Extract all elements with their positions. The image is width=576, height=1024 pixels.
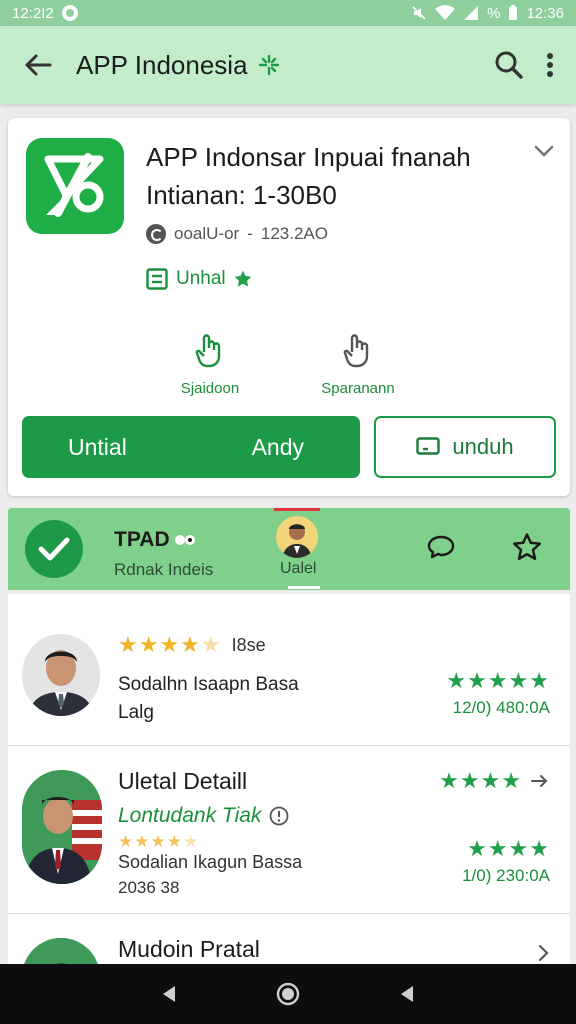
review-rating-text: I8se bbox=[231, 634, 266, 655]
tab-avatar[interactable] bbox=[276, 516, 318, 558]
app-title-line1: APP Indonsar Inpuai fnanah bbox=[146, 142, 471, 172]
hand-point-icon bbox=[195, 334, 221, 368]
search-icon[interactable] bbox=[494, 50, 524, 80]
favorite-button[interactable] bbox=[512, 532, 542, 567]
review-text-line2: Lalg bbox=[118, 702, 154, 723]
hand-touch-icon bbox=[343, 334, 369, 368]
nav-home-icon[interactable] bbox=[276, 982, 300, 1006]
info-icon[interactable] bbox=[269, 806, 289, 826]
battery-label: % bbox=[487, 4, 501, 22]
app-size: 123.2AO bbox=[260, 224, 328, 243]
battery-icon bbox=[509, 5, 518, 20]
tab-indicator-top bbox=[274, 508, 320, 511]
reviewer-avatar bbox=[22, 938, 100, 966]
app-title-line2: Intianan: 1-30B0 bbox=[146, 180, 337, 210]
feature-label-2: Sparanann bbox=[321, 380, 395, 397]
star-icon bbox=[234, 270, 251, 287]
review-top-stars: ★★★★ bbox=[439, 768, 522, 793]
download-button-label: unduh bbox=[452, 434, 514, 459]
reviews-list: ★★★★★ I8se Sodalhn Isaapn Basa Lalg ★★★★… bbox=[8, 594, 570, 966]
feature-item-1[interactable]: Sjaidoon bbox=[150, 328, 270, 397]
badge-label: Unhal bbox=[176, 268, 226, 289]
arrow-back-icon bbox=[25, 54, 52, 76]
app-title: APP Indonsar Inpuai fnanah Intianan: 1-3… bbox=[146, 138, 516, 214]
check-icon bbox=[38, 537, 70, 561]
install-button[interactable]: Untial Andy bbox=[22, 416, 360, 478]
notification-icon bbox=[61, 5, 78, 21]
review-date: 12/0) 480:0A bbox=[452, 698, 550, 717]
app-detail-card: APP Indonsar Inpuai fnanah Intianan: 1-3… bbox=[8, 118, 570, 496]
tab-label: Ualel bbox=[280, 560, 317, 577]
review-rating-stars: ★★★★★ bbox=[118, 832, 200, 851]
copyright-icon bbox=[146, 224, 166, 244]
reviewer-avatar bbox=[22, 634, 100, 716]
reviews-header: TPAD Rdnak Indeis Ualel bbox=[8, 508, 570, 590]
screen-icon bbox=[416, 437, 441, 455]
review-author: Mudoin Pratal bbox=[118, 936, 260, 962]
app-logo-icon bbox=[26, 138, 124, 234]
review-text: Sodalhn Isaapn Basa bbox=[118, 674, 299, 695]
comment-button[interactable] bbox=[426, 534, 456, 565]
download-button[interactable]: unduh bbox=[374, 416, 556, 478]
install-button-label: Untial bbox=[68, 433, 127, 460]
wifi-icon bbox=[435, 5, 456, 20]
chevron-down-icon bbox=[534, 145, 554, 157]
status-bar: 12:2I2 % 12:36 bbox=[0, 0, 576, 26]
status-time: 12:2I2 bbox=[12, 4, 54, 22]
review-rating-stars: ★★★★★ bbox=[118, 632, 222, 657]
system-nav-bar bbox=[0, 964, 576, 1024]
developer-name: ooalU-or bbox=[174, 224, 240, 243]
status-time-right: 12:36 bbox=[526, 4, 564, 22]
review-item[interactable]: ★★★★★ I8se Sodalhn Isaapn Basa Lalg ★★★★… bbox=[8, 594, 570, 746]
app-badge: Unhal bbox=[146, 268, 252, 290]
arrow-right-icon[interactable] bbox=[530, 773, 550, 789]
star-outline-icon bbox=[513, 533, 541, 560]
speech-bubble-icon bbox=[427, 535, 455, 559]
review-score-stars: ★★★★ bbox=[467, 836, 550, 861]
expand-button[interactable] bbox=[534, 144, 554, 163]
sparkle-icon bbox=[258, 54, 279, 76]
signal-icon bbox=[464, 6, 479, 20]
tab-indicator bbox=[288, 586, 320, 589]
app-meta: ooalU-or - 123.2AO bbox=[146, 224, 328, 244]
review-item[interactable]: Uletal Detaill Lontudank Tiak ★★★★★ Soda… bbox=[8, 746, 570, 914]
reviews-title: TPAD bbox=[114, 528, 170, 551]
app-bar: APP Indonesia bbox=[0, 26, 576, 104]
review-score-stars: ★★★★★ bbox=[446, 668, 550, 693]
review-item[interactable]: Mudoin Pratal bbox=[8, 914, 570, 966]
review-text-line2: 2036 38 bbox=[118, 878, 180, 897]
review-subtitle: Lontudank Tiak bbox=[118, 804, 262, 827]
page-title: APP Indonesia bbox=[76, 49, 248, 80]
verified-badge bbox=[25, 520, 83, 578]
review-author: Uletal Detaill bbox=[118, 768, 248, 794]
review-date: 1/0) 230:0A bbox=[462, 866, 550, 885]
meta-separator: - bbox=[247, 224, 253, 243]
feature-item-2[interactable]: Sparanann bbox=[298, 328, 418, 397]
nav-back-icon[interactable] bbox=[159, 984, 179, 1004]
reviews-subtitle: Rdnak Indeis bbox=[114, 560, 214, 579]
reviewer-avatar bbox=[22, 770, 102, 884]
badge-dots-icon bbox=[174, 535, 195, 545]
grid-icon bbox=[146, 268, 168, 290]
install-button-label-right: Andy bbox=[251, 433, 304, 460]
feature-label-1: Sjaidoon bbox=[180, 380, 240, 397]
back-button[interactable] bbox=[0, 26, 76, 104]
more-options-icon[interactable] bbox=[546, 52, 554, 78]
review-text: Sodalian Ikagun Bassa bbox=[118, 852, 303, 872]
mute-icon bbox=[412, 6, 426, 20]
chevron-right-icon[interactable] bbox=[538, 944, 550, 962]
nav-recents-icon[interactable] bbox=[397, 984, 417, 1004]
